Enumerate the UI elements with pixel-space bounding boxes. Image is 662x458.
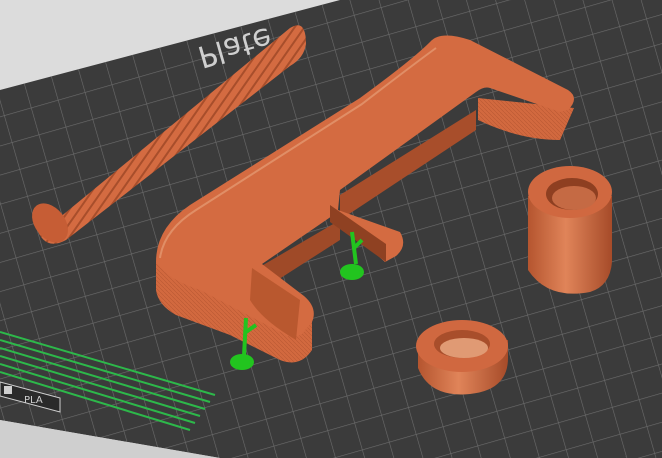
hex-nut[interactable] <box>528 166 612 294</box>
washer-ring[interactable] <box>416 320 508 395</box>
printer-icon <box>4 386 12 394</box>
material-label: PLA <box>24 395 43 406</box>
3d-viewport[interactable]: Plate PLA <box>0 0 662 458</box>
